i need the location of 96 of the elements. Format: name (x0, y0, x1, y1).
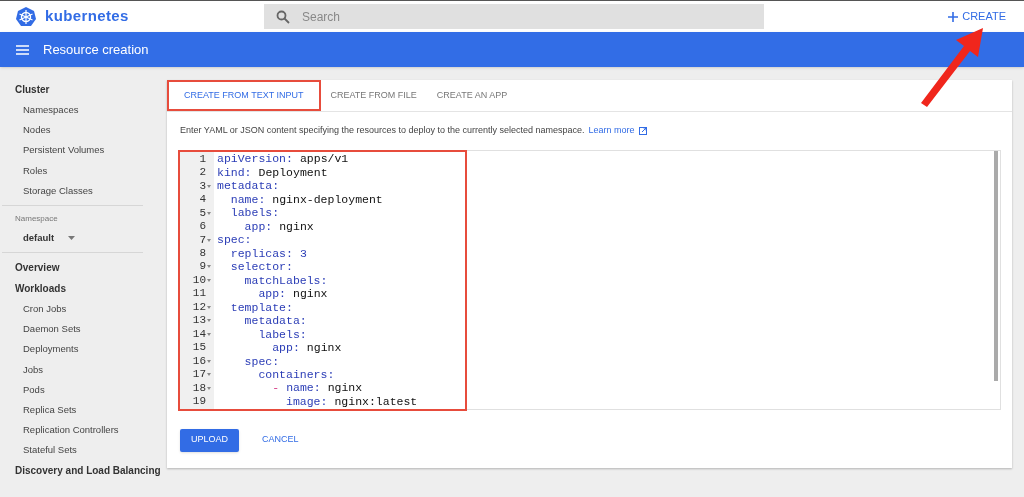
yaml-value: nginx (279, 220, 314, 233)
sidebar-item[interactable]: Storage Classes (23, 184, 93, 197)
sidebar-heading[interactable]: Cluster (15, 84, 50, 96)
tab[interactable]: CREATE FROM TEXT INPUT (167, 80, 321, 111)
fold-caret-icon[interactable] (207, 278, 211, 282)
yaml-key: image: (217, 395, 328, 408)
yaml-value: Deployment (258, 166, 328, 179)
yaml-value: nginx (327, 382, 363, 394)
yaml-key: name: (286, 382, 321, 394)
learn-more-link[interactable]: Learn more (588, 124, 635, 138)
fold-caret-icon[interactable] (207, 238, 211, 242)
cancel-button[interactable]: CANCEL (251, 428, 310, 452)
line-number: 5 (199, 207, 206, 219)
sidebar-item[interactable]: Roles (23, 164, 48, 177)
create-button[interactable]: CREATE (948, 8, 1006, 25)
yaml-value: nginx (293, 288, 328, 300)
line-number: 12 (192, 301, 206, 313)
yaml-value: nginx:latest (334, 395, 418, 408)
line-number: 6 (199, 221, 206, 233)
yaml-key: matchLabels: (217, 274, 328, 287)
yaml-key: app: (217, 288, 286, 300)
sidebar-item[interactable]: Deployments (23, 343, 79, 356)
app-logo-text: kubernetes (45, 6, 129, 27)
yaml-key: labels: (217, 207, 280, 219)
search-icon (276, 9, 290, 24)
line-number: 3 (199, 180, 206, 192)
yaml-key: template: (217, 301, 293, 314)
sidebar-item[interactable]: Namespaces (23, 104, 79, 117)
namespace-select[interactable]: default (23, 227, 75, 248)
caret-icon (68, 235, 75, 240)
line-number: 18 (192, 382, 206, 394)
yaml-key: app: (217, 342, 300, 354)
list-dash: - (271, 382, 280, 394)
sidebar-item[interactable]: Persistent Volumes (23, 144, 105, 157)
sidebar-item[interactable]: Replication Controllers (23, 424, 119, 437)
sidebar-item[interactable]: Stateful Sets (23, 444, 77, 457)
line-number: 10 (192, 274, 206, 286)
tab[interactable]: CREATE FROM FILE (320, 80, 427, 111)
yaml-key: apiVersion: (217, 153, 293, 165)
code-editor[interactable] (178, 149, 1001, 410)
line-number: 16 (192, 355, 206, 367)
sidebar-item[interactable]: Jobs (23, 363, 44, 376)
description-text: Enter YAML or JSON content specifying the resources to deploy to the currently selected namespace. (180, 124, 585, 137)
line-number: 9 (199, 261, 206, 273)
line-number: 7 (199, 234, 206, 246)
fold-caret-icon[interactable] (207, 305, 211, 309)
yaml-value: apps/v1 (299, 153, 349, 165)
fold-caret-icon[interactable] (207, 265, 211, 269)
line-number: 8 (199, 248, 206, 259)
yaml-key: app: (217, 220, 273, 233)
yaml-value: nginx (306, 342, 342, 354)
sidebar-item[interactable]: Replica Sets (23, 403, 77, 416)
line-number: 11 (192, 288, 206, 300)
sidebar-item[interactable]: Nodes (23, 124, 51, 137)
scrollbar[interactable] (994, 150, 998, 381)
line-number: 13 (192, 315, 206, 327)
yaml-key: name: (217, 193, 266, 206)
yaml-key: selector: (217, 261, 293, 273)
yaml-key: metadata: (217, 180, 280, 192)
line-number: 1 (199, 153, 206, 165)
sidebar-caption: Namespace (15, 213, 58, 224)
wheel-logo-icon (15, 5, 37, 28)
fold-caret-icon[interactable] (207, 373, 211, 377)
sidebar-heading[interactable]: Overview (15, 261, 60, 274)
yaml-key: labels: (217, 328, 307, 341)
line-number: 14 (192, 328, 206, 340)
external-link-icon (638, 126, 647, 135)
yaml-key: metadata: (217, 315, 307, 327)
sidebar-item[interactable]: Cron Jobs (23, 303, 67, 316)
sidebar-heading[interactable]: Discovery and Load Balancing (15, 465, 161, 478)
tab[interactable]: CREATE AN APP (426, 80, 518, 111)
yaml-key: containers: (217, 369, 335, 381)
page-title: Resource creation (43, 40, 149, 59)
sidebar-item[interactable]: Pods (23, 383, 45, 396)
yaml-key: spec: (217, 234, 252, 246)
fold-caret-icon[interactable] (207, 359, 211, 363)
line-number: 4 (199, 194, 206, 206)
line-number: 19 (192, 396, 206, 408)
line-number: 15 (192, 342, 206, 354)
fold-caret-icon[interactable] (207, 184, 211, 188)
line-number: 2 (199, 167, 206, 179)
menu-icon[interactable] (16, 44, 29, 55)
yaml-key: replicas: (217, 247, 293, 260)
sidebar-item[interactable]: Daemon Sets (23, 323, 81, 336)
sidebar-heading[interactable]: Workloads (15, 282, 66, 295)
plus-icon (948, 11, 959, 22)
yaml-value: nginx-deployment (272, 193, 383, 206)
fold-caret-icon[interactable] (207, 211, 211, 215)
yaml-key: kind: (217, 166, 252, 179)
fold-caret-icon[interactable] (207, 386, 211, 390)
fold-caret-icon[interactable] (207, 332, 211, 336)
line-number: 17 (192, 369, 206, 381)
fold-caret-icon[interactable] (207, 319, 211, 323)
upload-button[interactable]: UPLOAD (180, 428, 239, 452)
yaml-key: spec: (217, 355, 280, 367)
yaml-value: 3 (299, 247, 307, 260)
